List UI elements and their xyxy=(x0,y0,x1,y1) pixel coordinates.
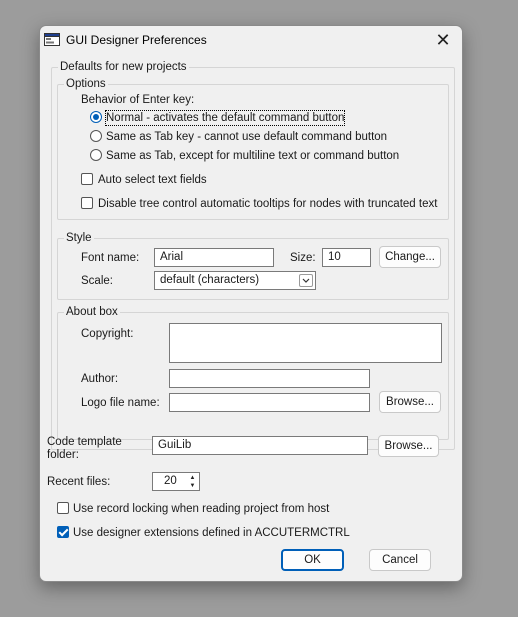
code-template-browse-button[interactable]: Browse... xyxy=(378,435,439,457)
title-bar[interactable]: GUI Designer Preferences ✕ xyxy=(40,26,462,54)
scale-label: Scale: xyxy=(81,275,113,287)
font-name-label: Font name: xyxy=(81,252,140,264)
preferences-dialog: GUI Designer Preferences ✕ Defaults for … xyxy=(39,25,463,582)
about-legend: About box xyxy=(64,305,120,319)
recent-files-label: Recent files: xyxy=(47,476,111,488)
scale-select[interactable]: default (characters) xyxy=(154,271,316,290)
defaults-legend: Defaults for new projects xyxy=(58,60,189,74)
caret-down-icon[interactable]: ▼ xyxy=(187,482,198,490)
disable-tooltips-label[interactable]: Disable tree control automatic tooltips … xyxy=(98,197,437,211)
options-legend: Options xyxy=(64,77,108,91)
record-locking-label[interactable]: Use record locking when reading project … xyxy=(73,502,329,516)
auto-select-checkbox[interactable] xyxy=(81,173,93,185)
window-title: GUI Designer Preferences xyxy=(66,33,207,47)
radio-same-as-tab[interactable] xyxy=(90,130,102,142)
radio-tab-except[interactable] xyxy=(90,149,102,161)
radio-tab-except-label[interactable]: Same as Tab, except for multiline text o… xyxy=(106,149,399,163)
author-label: Author: xyxy=(81,373,119,385)
recent-files-value: 20 xyxy=(164,475,177,487)
code-template-field[interactable]: GuiLib xyxy=(152,436,368,455)
code-template-label: Code template folder: xyxy=(47,436,122,461)
close-icon: ✕ xyxy=(435,30,451,50)
options-group: Options Behavior of Enter key: Normal - … xyxy=(57,77,449,220)
defaults-group: Defaults for new projects Options Behavi… xyxy=(51,60,455,450)
size-field[interactable]: 10 xyxy=(322,248,371,267)
caret-up-icon[interactable]: ▲ xyxy=(187,474,198,482)
radio-same-as-tab-label[interactable]: Same as Tab key - cannot use default com… xyxy=(106,130,387,144)
auto-select-label[interactable]: Auto select text fields xyxy=(98,173,207,187)
style-legend: Style xyxy=(64,231,94,245)
radio-normal-label[interactable]: Normal - activates the default command b… xyxy=(104,110,346,126)
recent-files-stepper[interactable]: 20 ▲ ▼ xyxy=(152,472,200,491)
change-font-button[interactable]: Change... xyxy=(379,246,441,268)
ok-button[interactable]: OK xyxy=(281,549,344,571)
author-field[interactable] xyxy=(169,369,370,388)
size-label: Size: xyxy=(290,252,316,264)
designer-extensions-label[interactable]: Use designer extensions defined in ACCUT… xyxy=(73,526,350,540)
logo-file-label: Logo file name: xyxy=(81,397,160,409)
font-name-field[interactable]: Arial xyxy=(154,248,274,267)
copyright-label: Copyright: xyxy=(81,328,134,340)
record-locking-checkbox[interactable] xyxy=(57,502,69,514)
close-button[interactable]: ✕ xyxy=(432,29,454,51)
style-group: Style Font name: Arial Size: 10 Change..… xyxy=(57,231,449,300)
cancel-button[interactable]: Cancel xyxy=(369,549,431,571)
logo-browse-button[interactable]: Browse... xyxy=(379,391,441,413)
recent-files-spin[interactable]: ▲ ▼ xyxy=(187,474,198,490)
radio-normal[interactable] xyxy=(90,111,102,123)
designer-extensions-checkbox[interactable] xyxy=(57,526,69,538)
scale-value: default (characters) xyxy=(160,274,260,286)
enter-key-label: Behavior of Enter key: xyxy=(81,94,195,106)
about-group: About box Copyright: Author: Logo file n… xyxy=(57,305,449,440)
disable-tooltips-checkbox[interactable] xyxy=(81,197,93,209)
window-app-icon xyxy=(44,33,60,46)
copyright-field[interactable] xyxy=(169,323,442,363)
chevron-down-icon[interactable] xyxy=(299,274,313,287)
logo-file-field[interactable] xyxy=(169,393,370,412)
